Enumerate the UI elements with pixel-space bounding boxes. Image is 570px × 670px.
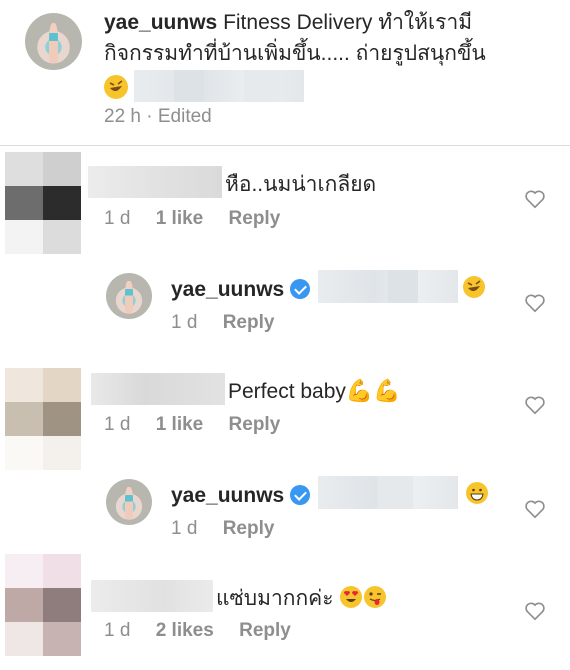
heart-icon[interactable] xyxy=(524,189,546,209)
likes-count[interactable]: 1 like xyxy=(156,208,204,229)
comment-time: 1 d xyxy=(104,208,131,229)
reply-author-avatar[interactable] xyxy=(106,479,152,525)
post-author-avatar[interactable] xyxy=(25,13,82,70)
comment-time: 1 d xyxy=(104,620,131,641)
blurred-reply-text xyxy=(318,476,458,509)
comment-meta: 1 d 1 like Reply xyxy=(104,414,280,436)
blurred-username[interactable] xyxy=(91,580,213,612)
heart-eyes-emoji-icon xyxy=(339,585,363,609)
reply-meta: 1 d Reply xyxy=(171,518,274,540)
edited-label: · Edited xyxy=(146,106,212,127)
reply-meta: 1 d Reply xyxy=(171,312,274,334)
pixelated-avatar[interactable] xyxy=(5,152,81,254)
flexed-biceps-icon: 💪💪 xyxy=(345,378,401,403)
blurred-username[interactable] xyxy=(88,166,222,198)
verified-badge-icon xyxy=(290,279,311,299)
caption-line-2: กิจกรรมทำที่บ้านเพิ่มขึ้น..... ถ่ายรูปสน… xyxy=(104,42,486,65)
reply-button[interactable]: Reply xyxy=(223,518,275,539)
rofl-emoji-icon xyxy=(462,275,486,299)
pixelated-avatar[interactable] xyxy=(5,554,81,656)
grinning-emoji-icon xyxy=(465,481,489,505)
heart-icon[interactable] xyxy=(524,395,546,415)
post-meta: 22 h · Edited xyxy=(104,106,212,128)
post-time: 22 h xyxy=(104,106,141,127)
reply-time: 1 d xyxy=(171,518,198,539)
reply-time: 1 d xyxy=(171,312,198,333)
reply-author-username[interactable]: yae_uunws xyxy=(171,278,284,301)
reply-button[interactable]: Reply xyxy=(229,414,281,435)
blurred-reply-text xyxy=(318,270,458,303)
comment-text: แซ่บมากกค่ะ xyxy=(216,587,334,610)
reply-author-avatar[interactable] xyxy=(106,273,152,319)
comment-text-row: แซ่บมากกค่ะ xyxy=(216,584,387,613)
reply-author-username[interactable]: yae_uunws xyxy=(171,484,284,507)
heart-icon[interactable] xyxy=(524,293,546,313)
rofl-emoji-icon xyxy=(104,75,128,99)
blurred-username[interactable] xyxy=(91,373,225,405)
comment-time: 1 d xyxy=(104,414,131,435)
pixelated-avatar[interactable] xyxy=(5,368,81,470)
comment-text: Perfect baby xyxy=(228,380,346,403)
divider xyxy=(0,145,570,146)
post-author-username[interactable]: yae_uunws xyxy=(104,11,217,34)
post-caption: yae_uunws Fitness Delivery ทำให้เรามี xyxy=(104,8,554,37)
reply-button[interactable]: Reply xyxy=(223,312,275,333)
comment-meta: 1 d 1 like Reply xyxy=(104,208,280,230)
reply-username-row: yae_uunws xyxy=(171,481,311,510)
comment-text: หือ..นมน่าเกลียด xyxy=(225,173,377,196)
blurred-caption-text xyxy=(134,70,304,102)
caption-line-1: Fitness Delivery ทำให้เรามี xyxy=(223,11,473,34)
likes-count[interactable]: 1 like xyxy=(156,414,204,435)
reply-username-row: yae_uunws xyxy=(171,275,311,304)
comment-text-row: Perfect baby💪💪 xyxy=(228,376,401,406)
heart-icon[interactable] xyxy=(524,601,546,621)
verified-badge-icon xyxy=(290,485,311,505)
reply-button[interactable]: Reply xyxy=(229,208,281,229)
heart-icon[interactable] xyxy=(524,499,546,519)
winking-tongue-emoji-icon xyxy=(363,585,387,609)
reply-button[interactable]: Reply xyxy=(239,620,291,641)
likes-count[interactable]: 2 likes xyxy=(156,620,214,641)
comment-meta: 1 d 2 likes Reply xyxy=(104,620,291,642)
